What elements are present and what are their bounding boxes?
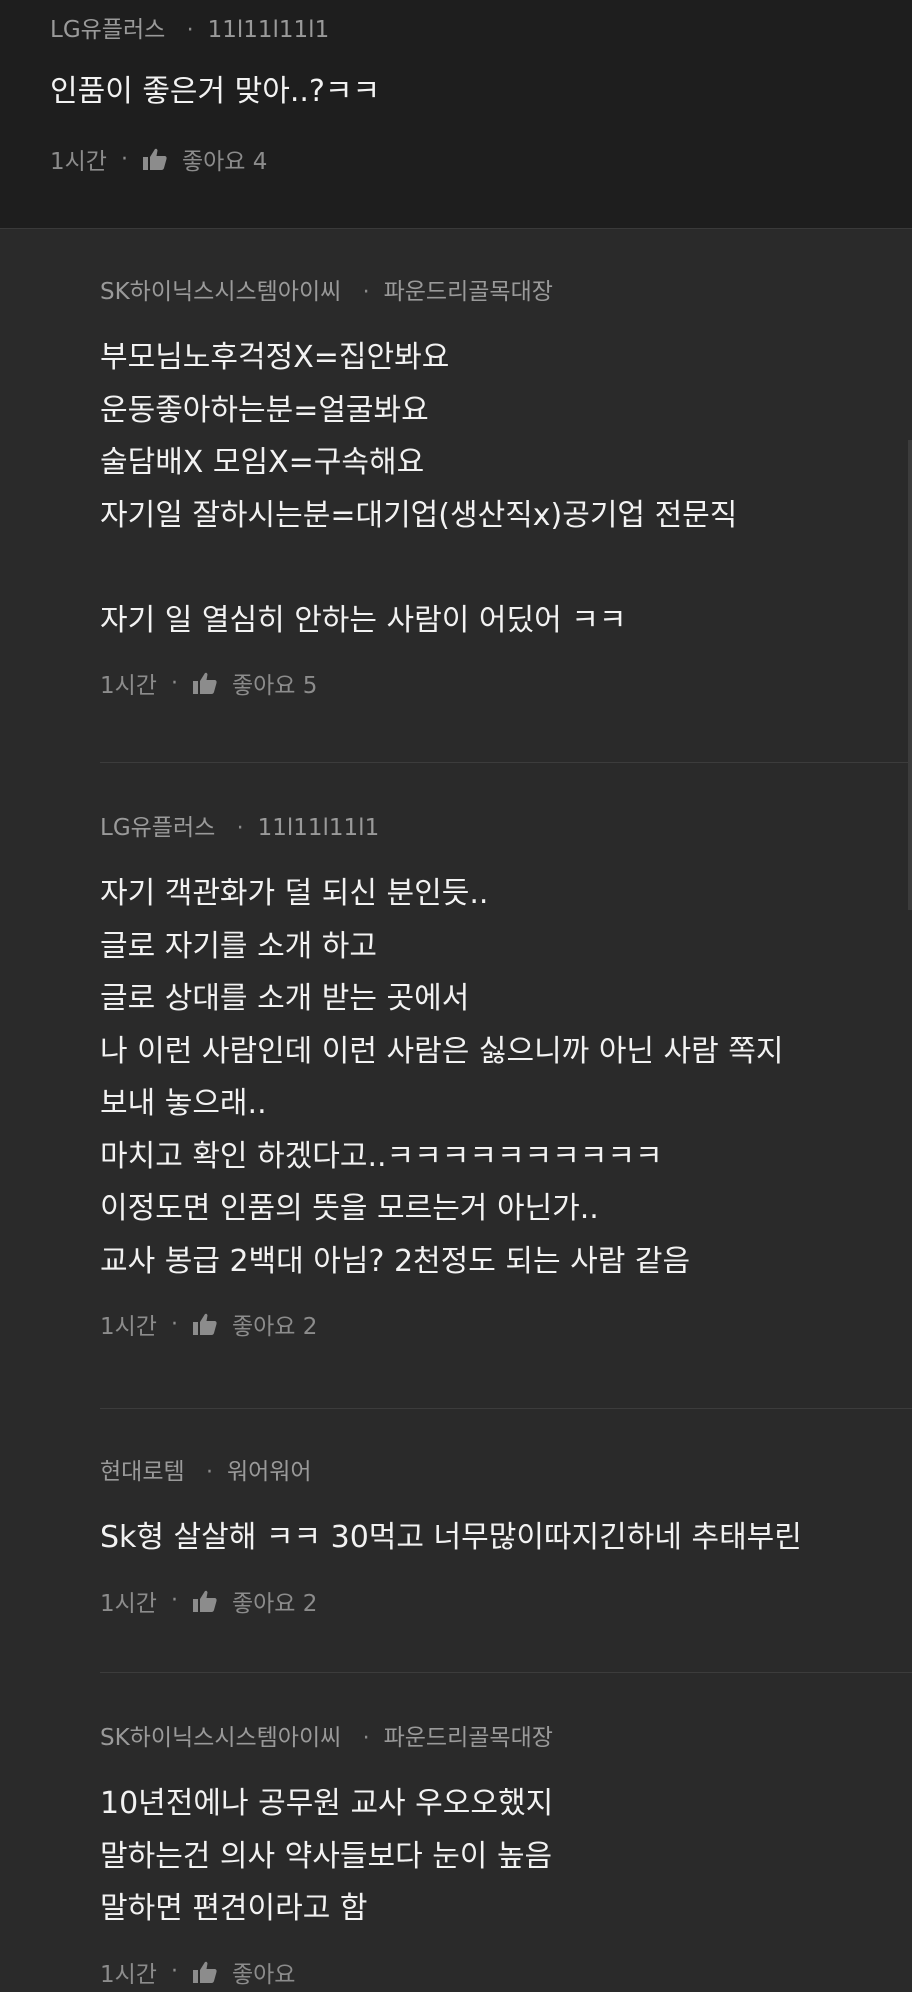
separator-dot: · bbox=[236, 816, 244, 841]
author-company[interactable]: LG유플러스 bbox=[50, 17, 165, 43]
comment-line: 나 이런 사람인데 이런 사람은 싫으니까 아닌 사람 쪽지 bbox=[100, 1033, 784, 1069]
comment-actions: 1시간 · 좋아요 2 bbox=[100, 1304, 912, 1344]
divider bbox=[100, 1408, 912, 1409]
separator-dot: · bbox=[362, 1726, 370, 1751]
comment-line: 자기 객관화가 덜 되신 분인듯.. bbox=[100, 876, 489, 911]
comment-time: 1시간 bbox=[50, 149, 107, 175]
like-count[interactable]: 좋아요 bbox=[232, 1955, 295, 1989]
like-count[interactable]: 좋아요 4 bbox=[182, 142, 267, 176]
comment-actions: 1시간 · 좋아요 4 bbox=[50, 142, 267, 176]
comment-time: 1시간 bbox=[100, 673, 157, 699]
comment-meta: LG유플러스 · 11l11l11l1 bbox=[100, 806, 912, 850]
comment-text: 부모님노후걱정X=집안봐요운동좋아하는분=얼굴봐요술담배X 모임X=구속해요자기… bbox=[100, 332, 912, 647]
comment-actions: 1시간 · 좋아요 5 bbox=[100, 663, 912, 703]
author-company[interactable]: SK하이닉스시스템아이씨 bbox=[100, 1725, 341, 1751]
comment-line: 10년전에나 공무원 교사 우오오했지 bbox=[100, 1786, 554, 1821]
comment-line: 마치고 확인 하겠다고..ㅋㅋㅋㅋㅋㅋㅋㅋㅋㅋ bbox=[100, 1138, 663, 1174]
comment-meta: 현대로템 · 워어워어 bbox=[100, 1450, 912, 1494]
comment-time: 1시간 bbox=[100, 1314, 157, 1340]
comment-text: 자기 객관화가 덜 되신 분인듯.. 글로 자기를 소개 하고글로 상대를 소개 … bbox=[100, 868, 912, 1288]
comment-line: 이정도면 인품의 뜻을 모르는거 아닌가.. bbox=[100, 1191, 599, 1226]
thumbs-up-icon[interactable] bbox=[192, 1960, 218, 1984]
divider bbox=[100, 762, 912, 763]
author-nickname[interactable]: 11l11l11l1 bbox=[258, 815, 380, 841]
separator-dot: · bbox=[170, 1311, 178, 1337]
comment-line: 글로 자기를 소개 하고 bbox=[100, 928, 378, 964]
comment-line: 술담배X 모임X=구속해요 bbox=[100, 445, 425, 480]
comment-line: Sk형 살살해 ㅋㅋ 30먹고 너무많이따지긴하네 추태부린 bbox=[100, 1520, 802, 1555]
comment-time: 1시간 bbox=[100, 1590, 157, 1617]
author-nickname[interactable]: 워어워어 bbox=[227, 1459, 312, 1485]
comment-time: 1시간 bbox=[100, 1961, 157, 1988]
thumbs-up-icon[interactable] bbox=[192, 1312, 218, 1336]
author-company[interactable]: 현대로템 bbox=[100, 1459, 185, 1485]
separator-dot: · bbox=[362, 280, 370, 305]
comment-actions: 1시간 · 좋아요 bbox=[100, 1952, 912, 1992]
separator-dot: · bbox=[170, 670, 178, 696]
scrollbar[interactable] bbox=[908, 440, 912, 910]
reply-comment: SK하이닉스시스템아이씨 · 파운드리골목대장 10년전에나 공무원 교사 우오오… bbox=[100, 1716, 912, 1992]
comment-line: 자기 일 열심히 안하는 사람이 어딨어 ㅋㅋ bbox=[100, 602, 627, 638]
comment-line: 보내 놓으래.. bbox=[100, 1086, 267, 1121]
author-nickname[interactable]: 11l11l11l1 bbox=[208, 17, 330, 43]
comment-actions: 1시간 · 좋아요 2 bbox=[100, 1581, 912, 1621]
author-company[interactable]: SK하이닉스시스템아이씨 bbox=[100, 279, 341, 305]
separator-dot: · bbox=[205, 1460, 213, 1485]
like-count[interactable]: 좋아요 5 bbox=[232, 666, 317, 700]
thumbs-up-icon[interactable] bbox=[192, 1589, 218, 1613]
comment-meta: SK하이닉스시스템아이씨 · 파운드리골목대장 bbox=[100, 270, 912, 314]
comment-line: 말하면 편견이라고 함 bbox=[100, 1891, 368, 1926]
thumbs-up-icon[interactable] bbox=[192, 671, 218, 695]
comment-line: 부모님노후걱정X=집안봐요 bbox=[100, 340, 450, 375]
comment-meta: SK하이닉스시스템아이씨 · 파운드리골목대장 bbox=[100, 1716, 912, 1760]
author-nickname[interactable]: 파운드리골목대장 bbox=[384, 279, 553, 305]
comment-line: 운동좋아하는분=얼굴봐요 bbox=[100, 392, 429, 428]
reply-comment: LG유플러스 · 11l11l11l1 자기 객관화가 덜 되신 분인듯.. 글로 … bbox=[100, 806, 912, 1344]
separator-dot: · bbox=[186, 18, 194, 43]
like-count[interactable]: 좋아요 2 bbox=[232, 1584, 317, 1618]
comment-line: 말하는건 의사 약사들보다 눈이 높음 bbox=[100, 1838, 553, 1874]
comment-line: 글로 상대를 소개 받는 곳에서 bbox=[100, 981, 470, 1016]
separator-dot: · bbox=[170, 1959, 178, 1984]
divider bbox=[100, 1672, 912, 1673]
comment-text: 10년전에나 공무원 교사 우오오했지말하는건 의사 약사들보다 눈이 높음말하… bbox=[100, 1778, 912, 1936]
separator-dot: · bbox=[120, 146, 128, 172]
comment-line: 교사 봉급 2백대 아님? 2천정도 되는 사람 같음 bbox=[100, 1243, 691, 1279]
separator-dot: · bbox=[170, 1588, 178, 1613]
comment-text: Sk형 살살해 ㅋㅋ 30먹고 너무많이따지긴하네 추태부린 bbox=[100, 1512, 912, 1565]
comment-text: 인품이 좋은거 맞아..?ㅋㅋ bbox=[50, 74, 381, 109]
comment-meta: LG유플러스 · 11l11l11l1 bbox=[50, 10, 329, 44]
comment-line: 자기일 잘하시는분=대기업(생산직x)공기업 전문직 bbox=[100, 497, 738, 533]
comment-line bbox=[100, 542, 912, 595]
reply-comment: SK하이닉스시스템아이씨 · 파운드리골목대장 부모님노후걱정X=집안봐요운동좋아… bbox=[100, 270, 912, 703]
author-company[interactable]: LG유플러스 bbox=[100, 815, 215, 841]
author-nickname[interactable]: 파운드리골목대장 bbox=[384, 1725, 553, 1751]
like-count[interactable]: 좋아요 2 bbox=[232, 1307, 317, 1341]
reply-comment: 현대로템 · 워어워어 Sk형 살살해 ㅋㅋ 30먹고 너무많이따지긴하네 추태부… bbox=[100, 1450, 912, 1621]
top-comment: LG유플러스 · 11l11l11l1 인품이 좋은거 맞아..?ㅋㅋ 1시간 ·… bbox=[0, 0, 912, 229]
thumbs-up-icon[interactable] bbox=[142, 147, 168, 171]
